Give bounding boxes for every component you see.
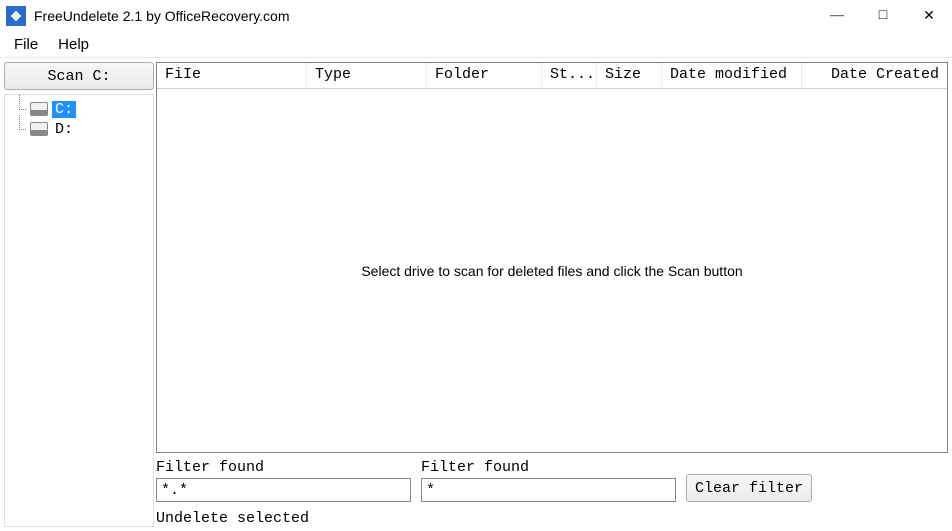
workarea: Scan C: C: D: FiIe Type Folder St... Siz… [0, 58, 952, 531]
drive-label: D: [52, 121, 76, 138]
file-list: FiIe Type Folder St... Size Date modifie… [156, 62, 948, 453]
minimize-button[interactable]: — [814, 0, 860, 32]
list-header: FiIe Type Folder St... Size Date modifie… [157, 63, 947, 89]
list-body: Select drive to scan for deleted files a… [157, 89, 947, 452]
col-type[interactable]: Type [307, 63, 427, 88]
filter-input-2[interactable] [421, 478, 676, 502]
maximize-button[interactable]: □ [860, 0, 906, 32]
filter-label-1: Filter found [156, 459, 411, 476]
undelete-selected-label: Undelete selected [156, 510, 948, 527]
menu-file[interactable]: File [4, 34, 48, 55]
drive-icon [30, 122, 48, 136]
drive-item-c[interactable]: C: [5, 99, 153, 119]
scan-button[interactable]: Scan C: [4, 62, 154, 90]
drive-label: C: [52, 101, 76, 118]
menu-help[interactable]: Help [48, 34, 99, 55]
empty-message: Select drive to scan for deleted files a… [361, 263, 742, 279]
col-date-modified[interactable]: Date modified [662, 63, 802, 88]
filter-label-2: Filter found [421, 459, 676, 476]
drive-icon [30, 102, 48, 116]
filter-input-1[interactable] [156, 478, 411, 502]
window-title: FreeUndelete 2.1 by OfficeRecovery.com [34, 8, 290, 24]
left-pane: Scan C: C: D: [4, 62, 154, 527]
filter-row: Filter found Filter found Clear filter [156, 459, 948, 502]
col-state[interactable]: St... [542, 63, 597, 88]
scan-button-label: Scan C: [47, 68, 110, 85]
drive-item-d[interactable]: D: [5, 119, 153, 139]
filter-block-2: Filter found [421, 459, 676, 502]
titlebar: FreeUndelete 2.1 by OfficeRecovery.com —… [0, 0, 952, 32]
right-pane: FiIe Type Folder St... Size Date modifie… [156, 62, 948, 527]
filter-block-1: Filter found [156, 459, 411, 502]
drive-tree: C: D: [4, 94, 154, 527]
menubar: File Help [0, 32, 952, 58]
close-button[interactable]: ✕ [906, 0, 952, 32]
col-size[interactable]: Size [597, 63, 662, 88]
app-icon [6, 6, 26, 26]
col-folder[interactable]: Folder [427, 63, 542, 88]
col-date-created[interactable]: Date Created [802, 63, 947, 88]
col-file[interactable]: FiIe [157, 63, 307, 88]
clear-filter-button[interactable]: Clear filter [686, 474, 812, 502]
